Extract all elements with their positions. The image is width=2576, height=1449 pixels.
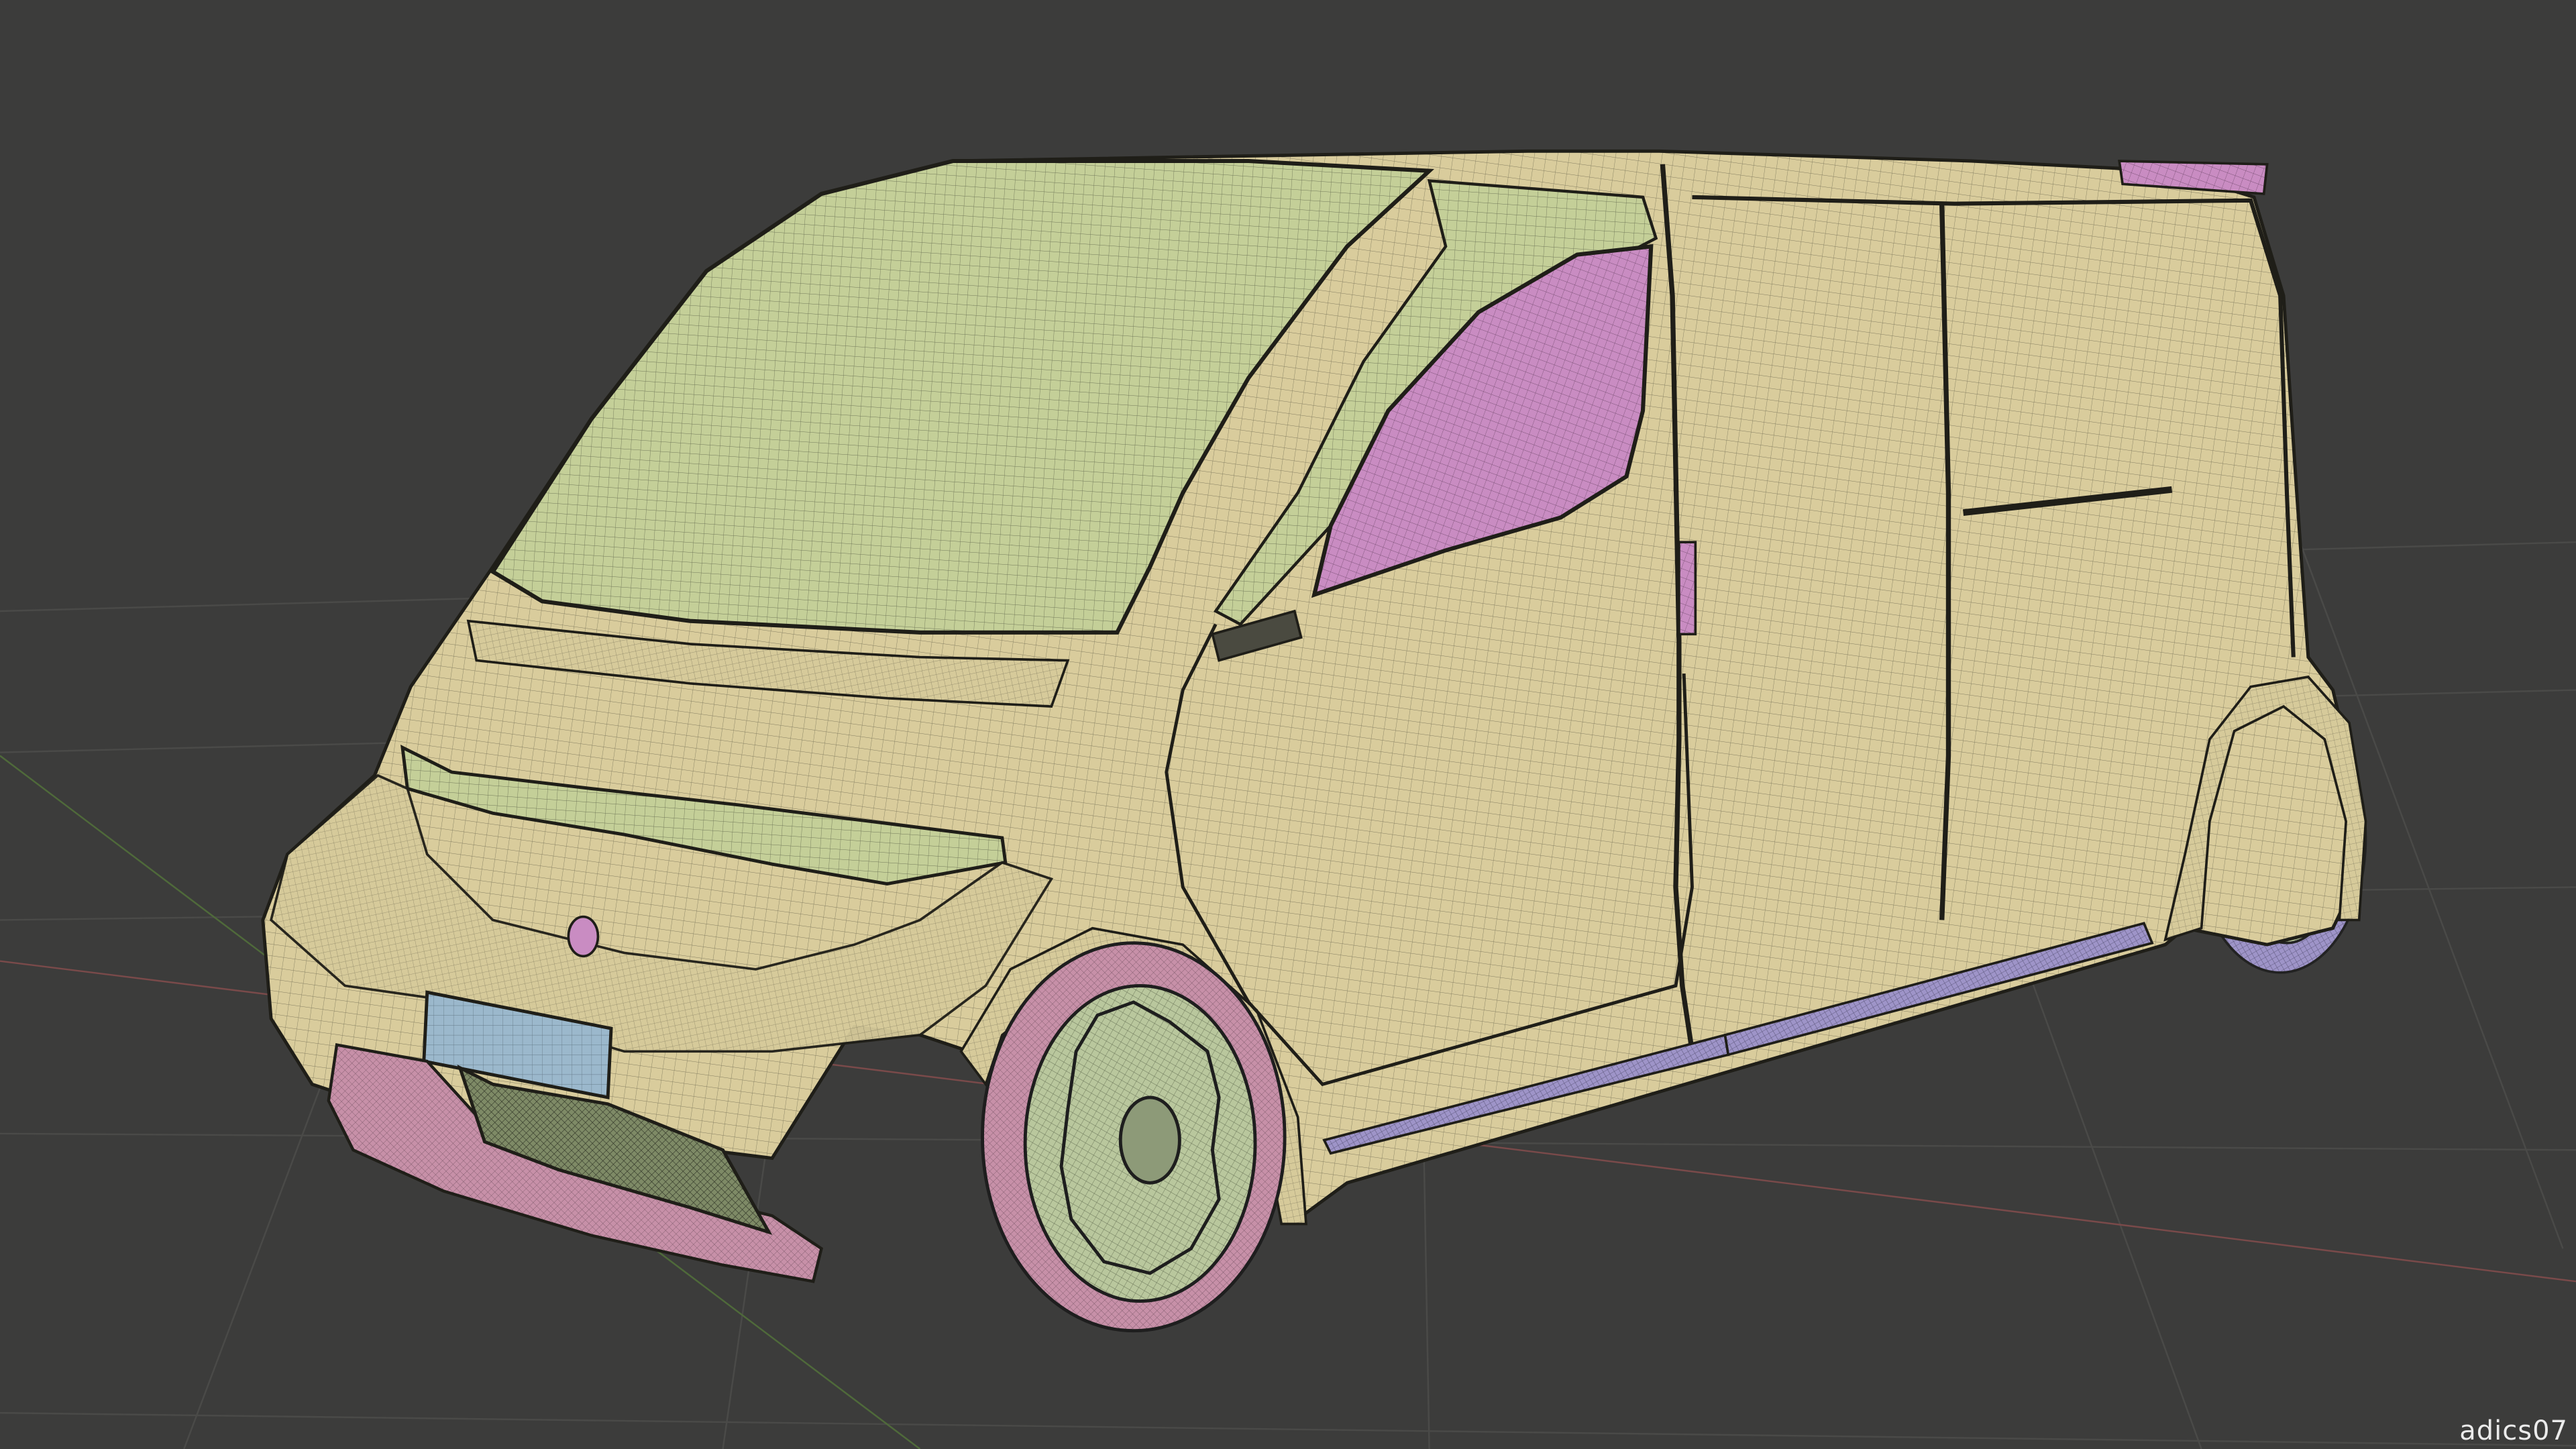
viewport-scene[interactable] (0, 0, 2576, 1449)
front-badge (567, 915, 600, 958)
van-model[interactable] (261, 149, 2367, 1333)
front-wheel[interactable] (981, 941, 1287, 1333)
door-handle (1678, 541, 1697, 636)
3d-viewport[interactable]: adics07 (0, 0, 2576, 1449)
author-watermark: adics07 (2459, 1415, 2568, 1446)
